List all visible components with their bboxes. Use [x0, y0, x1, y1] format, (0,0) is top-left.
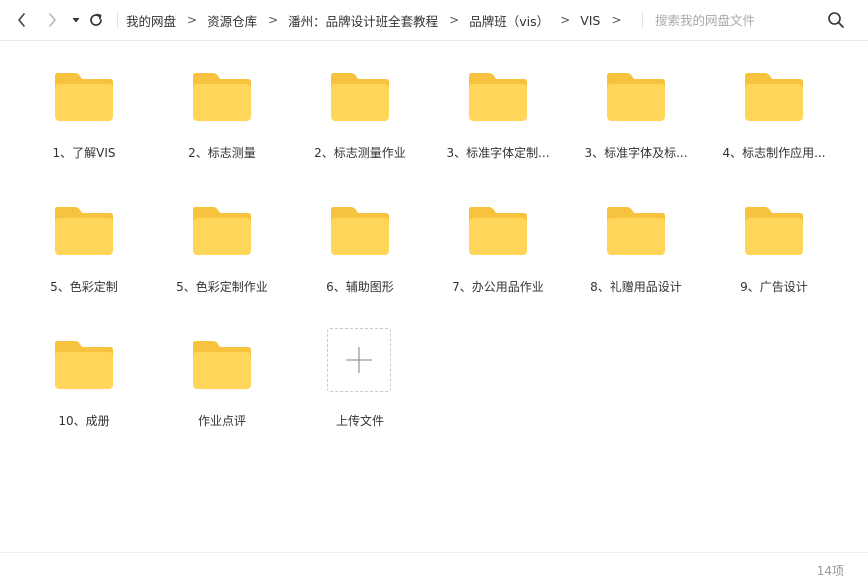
folder-item[interactable]: 2、标志测量作业 — [291, 58, 429, 182]
folder-item[interactable]: 1、了解VIS — [15, 58, 153, 182]
refresh-icon — [90, 13, 102, 26]
folder-item[interactable]: 9、广告设计 — [705, 192, 843, 316]
folder-icon — [469, 207, 527, 255]
folder-item[interactable]: 3、标准字体及标... — [567, 58, 705, 182]
history-dropdown-button[interactable] — [65, 9, 87, 31]
folder-label: 8、礼赠用品设计 — [590, 280, 682, 294]
breadcrumb-item-course[interactable]: 潘州：品牌设计班全套教程 — [288, 11, 438, 30]
folder-label: 2、标志测量 — [188, 146, 256, 160]
folder-icon — [607, 73, 665, 121]
breadcrumb-item-class[interactable]: 品牌班（vis） — [469, 11, 549, 30]
breadcrumb: 我的网盘 > 资源仓库 > 潘州：品牌设计班全套教程 > 品牌班（vis） > … — [126, 0, 631, 40]
back-button[interactable] — [11, 9, 33, 31]
folder-label: 5、色彩定制作业 — [176, 280, 268, 294]
folder-label: 4、标志制作应用... — [722, 146, 826, 160]
caret-down-icon — [72, 18, 80, 23]
chevron-left-icon — [18, 13, 25, 27]
search-input[interactable] — [655, 10, 815, 30]
breadcrumb-separator: > — [560, 13, 571, 27]
folder-label: 1、了解VIS — [52, 146, 116, 160]
folder-item[interactable]: 2、标志测量 — [153, 58, 291, 182]
refresh-button[interactable] — [85, 9, 107, 31]
breadcrumb-item-current[interactable]: VIS — [580, 13, 600, 28]
item-count: 14项 — [816, 564, 844, 578]
search-divider — [642, 11, 643, 29]
folder-icon — [331, 73, 389, 121]
folder-label: 2、标志测量作业 — [314, 146, 406, 160]
folder-icon — [331, 207, 389, 255]
breadcrumb-separator: > — [268, 13, 279, 27]
folder-label: 10、成册 — [58, 414, 110, 428]
forward-button[interactable] — [41, 9, 63, 31]
folder-icon — [193, 73, 251, 121]
folder-icon — [745, 73, 803, 121]
toolbar-divider — [117, 11, 118, 29]
toolbar: 我的网盘 > 资源仓库 > 潘州：品牌设计班全套教程 > 品牌班（vis） > … — [0, 0, 868, 41]
breadcrumb-item-home[interactable]: 我的网盘 — [126, 11, 176, 30]
folder-label: 6、辅助图形 — [326, 280, 394, 294]
folder-icon — [55, 341, 113, 389]
folder-icon — [55, 207, 113, 255]
folder-item[interactable]: 3、标准字体定制... — [429, 58, 567, 182]
folder-item[interactable]: 4、标志制作应用... — [705, 58, 843, 182]
folder-label: 7、办公用品作业 — [452, 280, 544, 294]
folder-item[interactable]: 7、办公用品作业 — [429, 192, 567, 316]
breadcrumb-separator: > — [611, 13, 622, 27]
folder-icon — [55, 73, 113, 121]
status-bar: 14项 — [0, 552, 868, 587]
folder-icon — [469, 73, 527, 121]
folder-label: 作业点评 — [197, 414, 246, 428]
folder-item[interactable]: 5、色彩定制 — [15, 192, 153, 316]
breadcrumb-separator: > — [187, 13, 198, 27]
upload-file-button[interactable]: 上传文件 — [291, 326, 429, 450]
folder-item[interactable]: 作业点评 — [153, 326, 291, 450]
breadcrumb-item-resources[interactable]: 资源仓库 — [207, 11, 257, 30]
folder-icon — [193, 207, 251, 255]
folder-icon — [745, 207, 803, 255]
folder-item[interactable]: 6、辅助图形 — [291, 192, 429, 316]
search-icon[interactable] — [827, 11, 845, 29]
upload-dropzone[interactable] — [327, 328, 391, 392]
folder-label: 5、色彩定制 — [50, 280, 118, 294]
folder-item[interactable]: 10、成册 — [15, 326, 153, 450]
chevron-right-icon — [49, 13, 56, 27]
breadcrumb-separator: > — [449, 13, 460, 27]
folder-item[interactable]: 8、礼赠用品设计 — [567, 192, 705, 316]
upload-file-label: 上传文件 — [335, 414, 384, 428]
folder-label: 3、标准字体定制... — [446, 146, 550, 160]
folder-icon — [607, 207, 665, 255]
folder-icon — [193, 341, 251, 389]
folder-item[interactable]: 5、色彩定制作业 — [153, 192, 291, 316]
folder-label: 3、标准字体及标... — [584, 146, 688, 160]
folder-label: 9、广告设计 — [740, 280, 808, 294]
plus-icon — [346, 347, 372, 373]
